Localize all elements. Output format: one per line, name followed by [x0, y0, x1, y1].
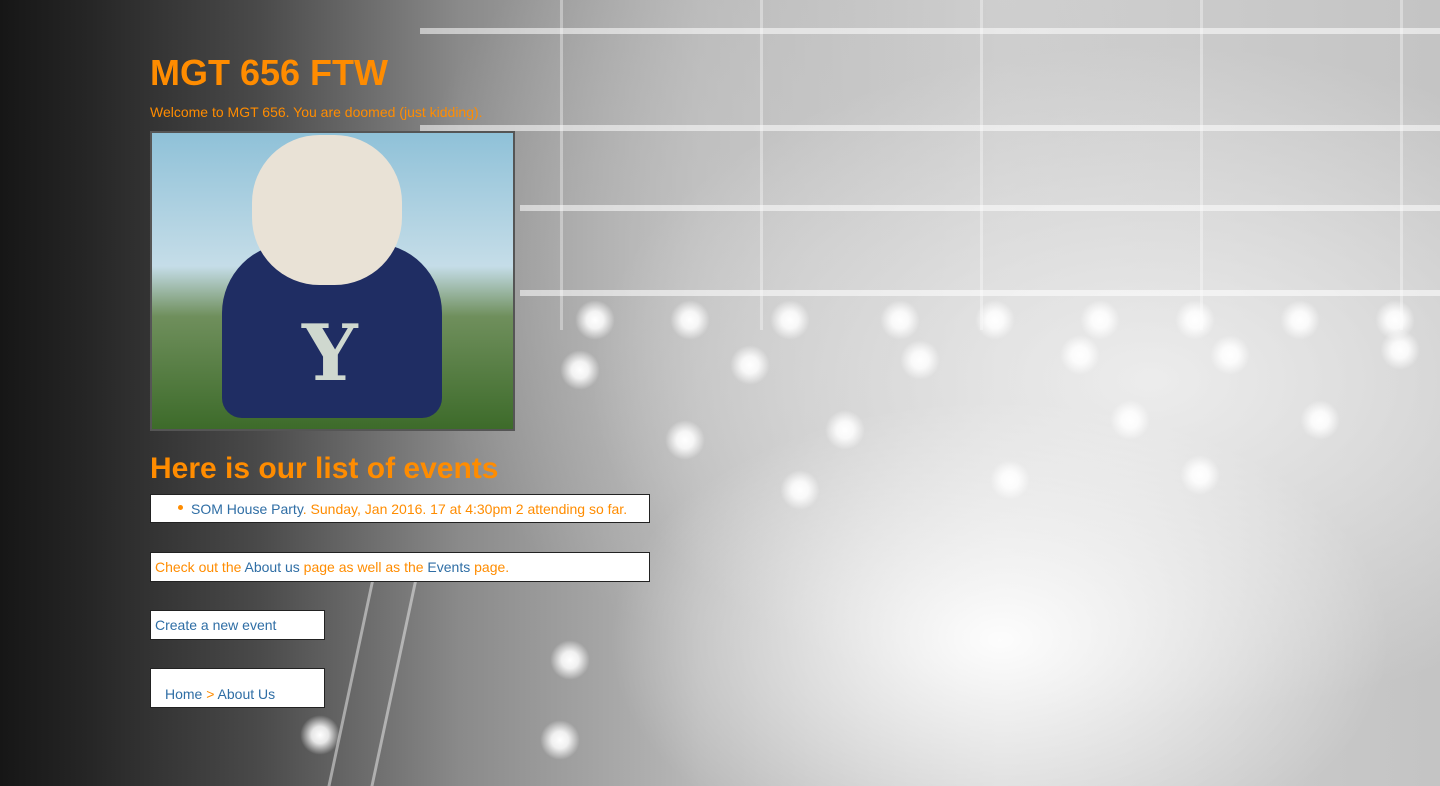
create-event-box: Create a new event [150, 610, 325, 640]
checkout-suffix: page. [470, 559, 510, 575]
event-link[interactable]: SOM House Party [191, 501, 303, 517]
checkout-middle: page as well as the [299, 559, 428, 575]
checkout-prefix: Check out the [155, 559, 245, 575]
events-list: SOM House Party. Sunday, Jan 2016. 17 at… [151, 495, 649, 521]
sweater-letter: Y [302, 308, 358, 399]
breadcrumb-about-link[interactable]: About Us [218, 686, 276, 702]
breadcrumb-home-link[interactable]: Home [165, 686, 202, 702]
events-heading: Here is our list of events [150, 452, 499, 485]
list-item: SOM House Party. Sunday, Jan 2016. 17 at… [178, 495, 649, 521]
checkout-links-box: Check out the About us page as well as t… [150, 552, 650, 582]
bulldog-mascot-image: Y [150, 131, 515, 431]
page-title: MGT 656 FTW [150, 52, 389, 93]
welcome-text: Welcome to MGT 656. You are doomed (just… [150, 104, 483, 120]
events-link[interactable]: Events [427, 559, 470, 575]
create-event-link[interactable]: Create a new event [155, 617, 276, 633]
breadcrumb: Home > About Us [150, 668, 325, 708]
events-list-box: SOM House Party. Sunday, Jan 2016. 17 at… [150, 494, 650, 523]
event-details: . Sunday, Jan 2016. 17 at 4:30pm 2 atten… [302, 501, 628, 517]
breadcrumb-separator: > [202, 686, 218, 702]
about-us-link[interactable]: About us [245, 559, 300, 575]
